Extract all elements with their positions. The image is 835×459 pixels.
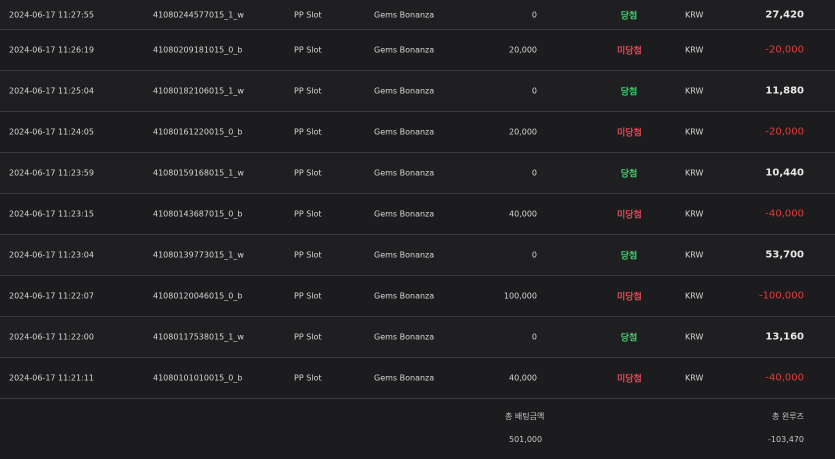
- currency: KRW: [685, 373, 704, 383]
- game-name: Gems Bonanza: [374, 45, 435, 55]
- currency: KRW: [685, 45, 704, 55]
- game-category: PP Slot: [294, 10, 322, 19]
- winloss-amount: 11,880: [765, 85, 804, 97]
- winloss-amount: -40,000: [765, 372, 804, 384]
- result-status: 미당첨: [617, 292, 642, 303]
- game-category: PP Slot: [294, 291, 322, 301]
- game-category: PP Slot: [294, 209, 322, 219]
- bet-time: 2024-06-17 11:23:59: [9, 168, 94, 178]
- table-row: 2024-06-17 11:22:07 41080120046015_0_b PP …: [0, 276, 835, 317]
- game-category: PP Slot: [294, 86, 322, 96]
- currency: KRW: [685, 250, 704, 260]
- table-row: 2024-06-17 11:21:11 41080101010015_0_b PP …: [0, 358, 835, 399]
- result-status: 당첨: [620, 11, 638, 21]
- game-name: Gems Bonanza: [374, 250, 435, 260]
- currency: KRW: [685, 291, 704, 301]
- game-name: Gems Bonanza: [374, 291, 435, 301]
- game-name: Gems Bonanza: [374, 332, 435, 342]
- winloss-amount: 10,440: [765, 167, 804, 179]
- table-row: 2024-06-17 11:23:59 41080159168015_1_w PP …: [0, 153, 835, 194]
- winloss-amount: 53,700: [765, 249, 804, 261]
- currency: KRW: [685, 209, 704, 219]
- currency: KRW: [685, 332, 704, 342]
- total-winloss-label: 총 윈루즈: [772, 412, 804, 421]
- winloss-amount: 27,420: [765, 9, 804, 20]
- winloss-amount: -100,000: [759, 290, 804, 302]
- table-row: 2024-06-17 11:26:19 41080209181015_0_b PP …: [0, 30, 835, 71]
- bet-history-rows: 2024-06-17 11:27:55 41080244577015_1_w PP …: [0, 0, 835, 399]
- game-category: PP Slot: [294, 332, 322, 342]
- game-name: Gems Bonanza: [374, 86, 435, 96]
- game-category: PP Slot: [294, 373, 322, 383]
- result-status: 당첨: [620, 169, 638, 180]
- bet-id: 41080101010015_0_b: [153, 373, 243, 383]
- currency: KRW: [685, 168, 704, 178]
- bet-id: 41080143687015_0_b: [153, 209, 243, 219]
- bet-id: 41080244577015_1_w: [153, 10, 244, 19]
- result-status: 미당첨: [617, 374, 642, 385]
- result-status: 미당첨: [617, 46, 642, 57]
- bet-amount: 100,000: [503, 291, 537, 301]
- result-status: 당첨: [620, 333, 638, 344]
- bet-amount: 40,000: [509, 209, 537, 219]
- bet-time: 2024-06-17 11:25:04: [9, 86, 94, 96]
- winloss-amount: 13,160: [765, 331, 804, 343]
- result-status: 당첨: [620, 87, 638, 98]
- game-name: Gems Bonanza: [374, 373, 435, 383]
- bet-amount: 0: [531, 332, 537, 342]
- game-name: Gems Bonanza: [374, 168, 435, 178]
- bet-amount: 40,000: [509, 373, 537, 383]
- total-bet-value: 501,000: [509, 435, 543, 444]
- bet-id: 41080182106015_1_w: [153, 86, 244, 96]
- bet-time: 2024-06-17 11:24:05: [9, 127, 94, 137]
- bet-id: 41080139773015_1_w: [153, 250, 244, 260]
- totals-footer: 총 배팅금액 501,000 총 윈루즈 -103,470: [0, 399, 835, 459]
- table-row: 2024-06-17 11:23:04 41080139773015_1_w PP …: [0, 235, 835, 276]
- bet-time: 2024-06-17 11:23:15: [9, 209, 94, 219]
- bet-amount: 20,000: [509, 45, 537, 55]
- bet-amount: 0: [531, 86, 537, 96]
- table-row: 2024-06-17 11:22:00 41080117538015_1_w PP …: [0, 317, 835, 358]
- currency: KRW: [685, 10, 704, 19]
- game-name: Gems Bonanza: [374, 10, 435, 19]
- bet-time: 2024-06-17 11:22:00: [9, 332, 94, 342]
- bet-time: 2024-06-17 11:26:19: [9, 45, 94, 55]
- game-name: Gems Bonanza: [374, 127, 435, 137]
- winloss-amount: -40,000: [765, 208, 804, 220]
- bet-amount: 20,000: [509, 127, 537, 137]
- winloss-amount: -20,000: [765, 126, 804, 138]
- bet-id: 41080120046015_0_b: [153, 291, 243, 301]
- bet-amount: 0: [531, 10, 537, 19]
- currency: KRW: [685, 86, 704, 96]
- bet-time: 2024-06-17 11:21:11: [9, 373, 94, 383]
- result-status: 미당첨: [617, 128, 642, 139]
- winloss-amount: -20,000: [765, 44, 804, 56]
- game-category: PP Slot: [294, 127, 322, 137]
- table-row: 2024-06-17 11:25:04 41080182106015_1_w PP …: [0, 71, 835, 112]
- table-row: 2024-06-17 11:24:05 41080161220015_0_b PP …: [0, 112, 835, 153]
- bet-id: 41080159168015_1_w: [153, 168, 244, 178]
- bet-time: 2024-06-17 11:22:07: [9, 291, 94, 301]
- result-status: 미당첨: [617, 210, 642, 221]
- game-category: PP Slot: [294, 168, 322, 178]
- bet-time: 2024-06-17 11:27:55: [9, 10, 94, 19]
- game-category: PP Slot: [294, 250, 322, 260]
- total-winloss-value: -103,470: [768, 435, 804, 444]
- game-name: Gems Bonanza: [374, 209, 435, 219]
- bet-time: 2024-06-17 11:23:04: [9, 250, 94, 260]
- bet-amount: 0: [531, 250, 537, 260]
- bet-history-table: 2024-06-17 11:27:55 41080244577015_1_w PP …: [0, 0, 835, 459]
- result-status: 당첨: [620, 251, 638, 262]
- bet-amount: 0: [531, 168, 537, 178]
- bet-id: 41080117538015_1_w: [153, 332, 244, 342]
- currency: KRW: [685, 127, 704, 137]
- total-bet-label: 총 배팅금액: [505, 412, 545, 421]
- table-row: 2024-06-17 11:23:15 41080143687015_0_b PP …: [0, 194, 835, 235]
- bet-id: 41080161220015_0_b: [153, 127, 243, 137]
- table-row: 2024-06-17 11:27:55 41080244577015_1_w PP …: [0, 0, 835, 30]
- bet-id: 41080209181015_0_b: [153, 45, 243, 55]
- game-category: PP Slot: [294, 45, 322, 55]
